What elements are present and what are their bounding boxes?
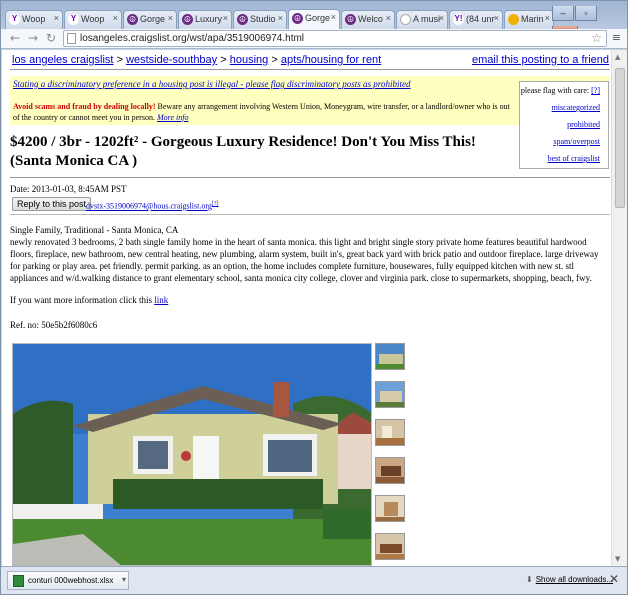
tab-close-icon[interactable]: × [113, 13, 118, 23]
web-page: los angeles craigslist > westside-southb… [2, 50, 611, 566]
tab-8[interactable]: A musi × [396, 10, 448, 29]
scrollbar-thumb[interactable] [615, 68, 625, 208]
tab-close-icon[interactable]: × [386, 13, 391, 23]
posting-body: Single Family, Traditional - Santa Monic… [10, 224, 610, 284]
flag-heading: please flag with care: [520, 86, 590, 95]
tab-10[interactable]: Marin × [504, 10, 554, 29]
flag-help-link[interactable]: [?] [591, 86, 600, 95]
breadcrumb-link-site[interactable]: los angeles craigslist [12, 54, 114, 66]
thumbnail-photo-2[interactable] [375, 381, 405, 408]
divider [10, 69, 610, 70]
flag-box: please flag with care: [?] miscategorize… [519, 81, 609, 169]
scam-warning: Avoid scams and fraud by dealing locally… [13, 101, 513, 123]
close-downloads-icon[interactable]: ✕ [609, 572, 619, 586]
bookmark-star-icon[interactable]: ☆ [591, 31, 602, 45]
thumbnail-photo-1[interactable] [375, 343, 405, 370]
scam-warning-heading: Avoid scams and fraud by dealing locally… [13, 102, 156, 111]
dropdown-arrow-icon[interactable]: ▾ [122, 575, 126, 584]
tab-2[interactable]: Y Woop × [64, 10, 122, 29]
flag-best-of-link[interactable]: best of craigslist [548, 154, 600, 163]
tab-close-icon[interactable]: × [168, 13, 173, 23]
scroll-up-arrow-icon[interactable]: ▲ [615, 53, 620, 61]
forward-button[interactable]: → [25, 30, 41, 46]
download-item[interactable]: conturi 000webhost.xlsx ▾ [7, 571, 129, 590]
tab-close-icon[interactable]: × [331, 12, 336, 22]
breadcrumb: los angeles craigslist > westside-southb… [12, 54, 382, 66]
more-info-link[interactable]: More info [157, 113, 188, 122]
posting-date: Date: 2013-01-03, 8:45AM PST [10, 184, 127, 194]
main-house-photo[interactable] [12, 343, 372, 566]
breadcrumb-link-area[interactable]: westside-southbay [126, 54, 217, 66]
posting-title: $4200 / 3br - 1202ft² - Gorgeous Luxury … [10, 134, 476, 169]
thumbnail-photo-3[interactable] [375, 419, 405, 446]
tab-close-icon[interactable]: × [54, 13, 59, 23]
reply-button[interactable]: Reply to this post [12, 197, 92, 211]
more-info-click-link[interactable]: link [154, 295, 168, 305]
back-button[interactable]: ← [7, 30, 23, 46]
excel-file-icon [13, 575, 24, 587]
reply-email-link[interactable]: dvstx-3519006974@hous.craigslist.org [86, 202, 212, 211]
reply-help-link[interactable]: [?] [212, 201, 219, 207]
browser-toolbar: ← → ↻ losangeles.craigslist.org/wst/apa/… [1, 29, 627, 49]
tab-close-icon[interactable]: × [223, 13, 228, 23]
tab-6-active[interactable]: ☮ Gorge × [288, 9, 340, 29]
show-all-downloads-link[interactable]: Show all downloads... [536, 575, 613, 584]
tab-7[interactable]: ☮ Welco × [341, 10, 395, 29]
reply-email: dvstx-3519006974@hous.craigslist.org[?] [86, 200, 219, 211]
tab-close-icon[interactable]: × [494, 13, 499, 23]
tab-close-icon[interactable]: × [545, 13, 550, 23]
craigslist-peace-icon: ☮ [237, 14, 248, 25]
thumbnail-photo-5[interactable] [375, 495, 405, 522]
breadcrumb-link-category[interactable]: apts/housing for rent [281, 54, 381, 66]
flag-prohibited-link[interactable]: prohibited [567, 120, 600, 129]
menu-icon[interactable]: ≡ [612, 31, 621, 44]
tab-4[interactable]: ☮ Luxury × [178, 10, 232, 29]
minimize-button[interactable]: – [552, 6, 574, 21]
reload-button[interactable]: ↻ [43, 30, 59, 46]
tab-9[interactable]: Y! (84 unr × [449, 10, 503, 29]
thumbnail-photo-6[interactable] [375, 533, 405, 560]
yahoo-icon: Y [9, 14, 20, 25]
tab-close-icon[interactable]: × [278, 13, 283, 23]
maximize-button[interactable]: ▫ [575, 6, 597, 21]
yahoo-icon: Y [68, 14, 79, 25]
divider [10, 214, 610, 215]
address-bar[interactable]: losangeles.craigslist.org/wst/apa/351900… [63, 30, 607, 47]
thumbnail-photo-4[interactable] [375, 457, 405, 484]
more-info-line: If you want more information click this … [10, 295, 169, 305]
url-text: losangeles.craigslist.org/wst/apa/351900… [80, 33, 305, 44]
tab-close-icon[interactable]: × [439, 13, 444, 23]
yahoo-icon: Y! [453, 14, 464, 25]
flag-miscategorized-link[interactable]: miscategorized [552, 103, 600, 112]
divider [10, 177, 610, 178]
email-posting-link[interactable]: email this posting to a friend [472, 54, 609, 66]
tab-strip: Y Woop × Y Woop × ☮ Gorge × ☮ Luxury × ☮ Studio × … [1, 1, 627, 41]
show-all-downloads[interactable]: ⬇ Show all downloads... [526, 575, 613, 584]
scroll-down-arrow-icon[interactable]: ▼ [615, 555, 620, 563]
window-controls: –▫✕ [551, 1, 623, 41]
tab-1[interactable]: Y Woop × [5, 10, 63, 29]
download-filename: conturi 000webhost.xlsx [28, 576, 114, 585]
tab-3[interactable]: ☮ Gorge × [123, 10, 177, 29]
download-arrow-icon: ⬇ [526, 575, 533, 584]
craigslist-peace-icon: ☮ [127, 14, 138, 25]
flag-spam-link[interactable]: spam/overpost [553, 137, 600, 146]
craigslist-peace-icon: ☮ [182, 14, 193, 25]
craigslist-peace-icon: ☮ [345, 14, 356, 25]
breadcrumb-link-housing[interactable]: housing [230, 54, 269, 66]
craigslist-peace-icon: ☮ [292, 13, 303, 24]
google-icon [508, 14, 519, 25]
browser-window: Y Woop × Y Woop × ☮ Gorge × ☮ Luxury × ☮ Studio × … [0, 0, 628, 595]
downloads-bar: conturi 000webhost.xlsx ▾ ⬇ Show all down… [1, 566, 627, 594]
posting-subtitle: Single Family, Traditional - Santa Monic… [10, 225, 179, 235]
tab-5[interactable]: ☮ Studio × [233, 10, 287, 29]
discrimination-warning-link[interactable]: Stating a discriminatory preference in a… [13, 79, 410, 89]
page-icon [400, 14, 411, 25]
reference-number: Ref. no: 50e5b2f6080c6 [10, 320, 98, 330]
vertical-scrollbar[interactable]: ▲ ▼ [611, 50, 627, 566]
page-icon [67, 33, 76, 44]
posting-description: newly renovated 3 bedrooms, 2 bath singl… [10, 237, 599, 283]
